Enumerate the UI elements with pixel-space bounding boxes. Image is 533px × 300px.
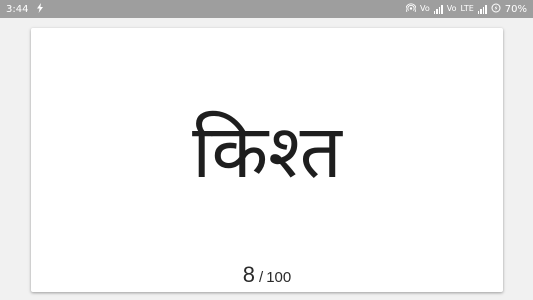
current-card-number: 8	[242, 262, 256, 287]
sim2-label: Vo	[446, 4, 457, 13]
status-bar: 3:44 Vo Vo LTE 70%	[0, 0, 533, 18]
network-type: LTE	[460, 4, 474, 13]
card-counter: 8/100	[31, 262, 503, 288]
hotspot-icon	[405, 3, 417, 15]
flashcard-word: किश्त	[192, 109, 342, 195]
total-card-count: 100	[266, 269, 292, 286]
battery-percent: 70%	[504, 3, 527, 15]
signal-strength-icon-2	[477, 4, 487, 14]
signal-strength-icon	[433, 4, 443, 14]
counter-separator: /	[259, 269, 264, 286]
status-time: 3:44	[6, 3, 29, 15]
flashcard[interactable]: किश्त 8/100	[31, 28, 503, 292]
lightning-icon	[36, 2, 44, 16]
status-left: 3:44	[6, 2, 44, 16]
status-right: Vo Vo LTE 70%	[405, 3, 527, 16]
battery-icon	[491, 3, 501, 16]
sim1-label: Vo	[419, 4, 430, 13]
